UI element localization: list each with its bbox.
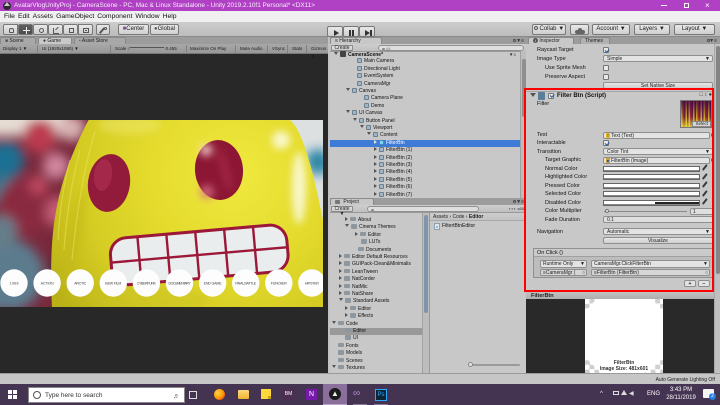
svg-text:CYBERPUNK: CYBERPUNK [137, 282, 157, 286]
svg-text:ARCTIC: ARCTIC [74, 282, 86, 286]
svg-text:FLINCHER: FLINCHER [271, 282, 287, 286]
svg-text:HIPSTER: HIPSTER [305, 282, 319, 286]
svg-text:DOCUMENTARY: DOCUMENTARY [169, 282, 192, 286]
svg-text:END GAME: END GAME [204, 282, 223, 286]
svg-text:FINAL BATTLE: FINAL BATTLE [235, 282, 257, 286]
svg-text:B&W FILM: B&W FILM [105, 282, 121, 286]
svg-text:1968: 1968 [10, 282, 19, 286]
svg-text:ACTION: ACTION [41, 282, 54, 286]
